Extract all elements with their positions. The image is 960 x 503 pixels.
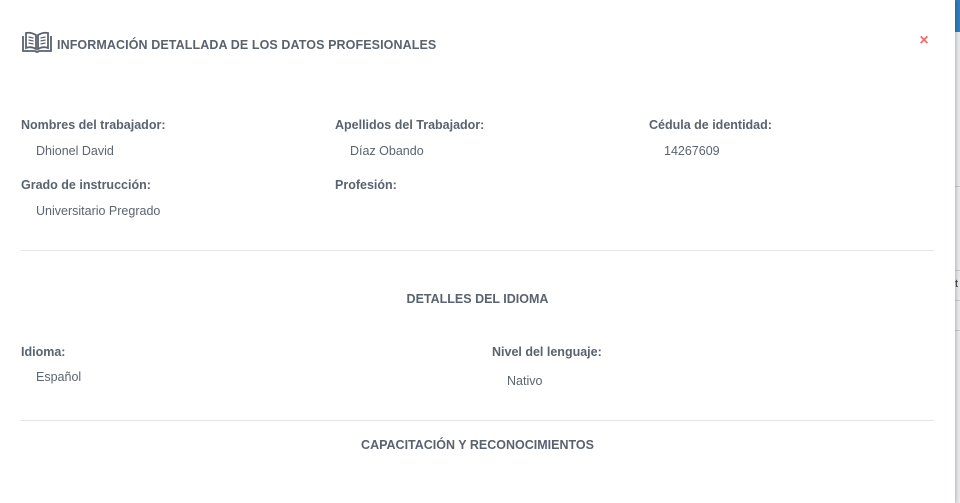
background-header-bar (955, 0, 960, 32)
id-number-label: Cédula de identidad: (649, 118, 772, 132)
last-names-value: Díaz Obando (350, 144, 424, 158)
language-label: Idioma: (21, 345, 66, 359)
education-level-label: Grado de instrucción: (21, 178, 151, 192)
background-text: t (955, 278, 959, 290)
education-level-value: Universitario Pregrado (36, 204, 161, 218)
background-divider (955, 270, 960, 271)
section-divider (21, 250, 934, 251)
id-number-value: 14267609 (664, 144, 720, 158)
close-button[interactable]: × (913, 30, 935, 52)
section-divider (21, 420, 934, 421)
language-level-value: Nativo (507, 374, 543, 388)
first-names-label: Nombres del trabajador: (21, 118, 166, 132)
book-open-icon (21, 30, 53, 54)
last-names-label: Apellidos del Trabajador: (335, 118, 485, 132)
training-section-title: CAPACITACIÓN Y RECONOCIMIENTOS (361, 438, 594, 452)
background-divider (955, 300, 960, 301)
language-section-title: DETALLES DEL IDIOMA (406, 292, 549, 306)
background-divider (955, 186, 960, 187)
language-value: Español (36, 370, 82, 384)
language-level-label: Nivel del lenguaje: (492, 345, 602, 359)
background-page-edge (955, 0, 960, 503)
background-divider (955, 330, 960, 331)
modal-title: INFORMACIÓN DETALLADA DE LOS DATOS PROFE… (57, 37, 437, 52)
professional-details-modal: INFORMACIÓN DETALLADA DE LOS DATOS PROFE… (0, 0, 955, 503)
modal-header: INFORMACIÓN DETALLADA DE LOS DATOS PROFE… (21, 28, 436, 56)
first-names-value: Dhionel David (36, 144, 114, 158)
profession-label: Profesión: (335, 178, 397, 192)
